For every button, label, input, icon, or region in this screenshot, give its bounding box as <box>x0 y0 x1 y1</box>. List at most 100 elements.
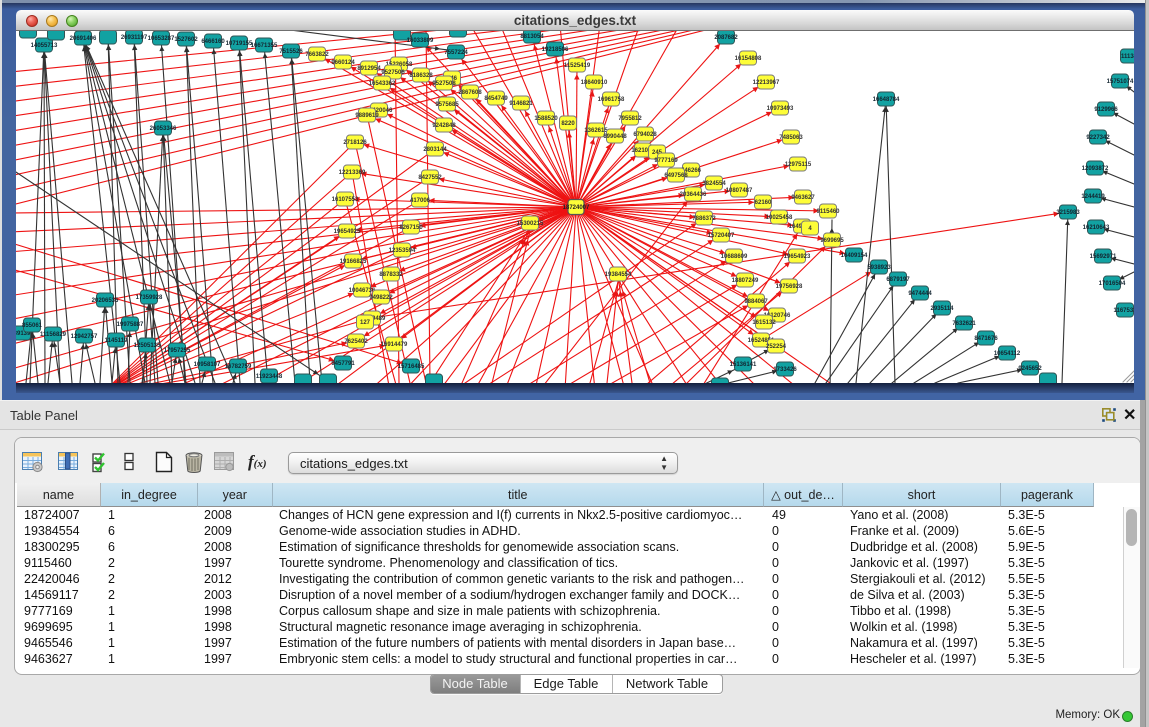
svg-text:8454749: 8454749 <box>484 96 508 102</box>
svg-text:16543362: 16543362 <box>369 81 396 87</box>
svg-text:8990448: 8990448 <box>603 134 627 140</box>
svg-text:11525419: 11525419 <box>564 63 591 69</box>
svg-text:1615132: 1615132 <box>752 320 776 326</box>
svg-text:2867608: 2867608 <box>458 90 482 96</box>
svg-text:12942757: 12942757 <box>71 334 98 340</box>
svg-text:15300215: 15300215 <box>517 221 544 227</box>
svg-text:5938923: 5938923 <box>867 265 891 271</box>
svg-text:26053346: 26053346 <box>150 126 177 132</box>
svg-text:16409154: 16409154 <box>841 253 868 259</box>
svg-text:3215983: 3215983 <box>1056 210 1080 216</box>
svg-text:9146821: 9146821 <box>509 101 533 107</box>
svg-text:11156829: 11156829 <box>40 332 67 338</box>
svg-text:3824554: 3824554 <box>702 181 726 187</box>
svg-text:9245652: 9245652 <box>1018 366 1042 372</box>
svg-text:10807487: 10807487 <box>726 188 753 194</box>
svg-text:8878332: 8878332 <box>379 272 403 278</box>
svg-text:17359928: 17359928 <box>136 295 163 301</box>
svg-text:19975887: 19975887 <box>117 322 144 328</box>
svg-text:10654112: 10654112 <box>994 351 1021 357</box>
svg-text:15136141: 15136141 <box>730 362 757 368</box>
svg-text:16782759: 16782759 <box>225 364 252 370</box>
svg-text:16107553: 16107553 <box>332 197 359 203</box>
svg-text:9889619: 9889619 <box>355 113 379 119</box>
svg-text:12505135: 12505135 <box>134 343 161 349</box>
svg-text:19384554: 19384554 <box>605 272 632 278</box>
svg-text:9884067: 9884067 <box>744 299 768 305</box>
svg-text:20691406: 20691406 <box>70 36 97 42</box>
svg-text:1527602: 1527602 <box>174 37 198 43</box>
svg-text:9457791: 9457791 <box>331 361 355 367</box>
svg-text:16671355: 16671355 <box>251 43 278 49</box>
svg-text:62160: 62160 <box>755 200 772 206</box>
svg-text:12213967: 12213967 <box>753 80 780 86</box>
svg-text:19756928: 19756928 <box>776 284 803 290</box>
svg-text:19654925: 19654925 <box>334 229 361 235</box>
svg-text:2935114: 2935114 <box>930 306 954 312</box>
svg-text:10958107: 10958107 <box>194 362 221 368</box>
svg-text:6497568: 6497568 <box>664 173 688 179</box>
svg-text:9129966: 9129966 <box>1094 107 1118 113</box>
svg-text:16154808: 16154808 <box>735 56 762 62</box>
svg-text:15751074: 15751074 <box>1107 79 1134 85</box>
svg-text:26931197: 26931197 <box>121 35 148 41</box>
svg-text:12353594: 12353594 <box>389 248 416 254</box>
svg-text:6466160: 6466160 <box>201 39 225 45</box>
svg-text:9115460: 9115460 <box>816 209 840 215</box>
svg-text:9474444: 9474444 <box>908 291 932 297</box>
svg-text:14055713: 14055713 <box>31 43 58 49</box>
svg-text:9242848: 9242848 <box>432 123 456 129</box>
svg-text:17957255: 17957255 <box>164 348 191 354</box>
svg-text:20206535: 20206535 <box>92 298 119 304</box>
svg-text:1244419: 1244419 <box>1081 194 1105 200</box>
svg-text:16961758: 16961758 <box>598 97 625 103</box>
svg-text:19166825: 19166825 <box>340 259 367 265</box>
svg-text:1145119: 1145119 <box>105 338 128 344</box>
svg-text:417006: 417006 <box>410 198 431 204</box>
svg-text:9498222: 9498222 <box>369 295 393 301</box>
svg-text:9527506: 9527506 <box>381 70 405 76</box>
svg-text:7632621: 7632621 <box>952 321 976 327</box>
svg-text:1733426: 1733426 <box>773 367 797 373</box>
svg-text:8267150: 8267150 <box>399 225 423 231</box>
svg-text:20364436: 20364436 <box>680 192 707 198</box>
svg-text:19218506: 19218506 <box>542 47 569 53</box>
svg-text:2803144: 2803144 <box>423 147 447 153</box>
svg-text:16648784: 16648784 <box>873 97 900 103</box>
svg-text:12213369: 12213369 <box>339 170 366 176</box>
svg-text:16033809: 16033809 <box>407 38 434 44</box>
svg-text:8471676: 8471676 <box>974 336 998 342</box>
svg-text:7886372: 7886372 <box>692 216 716 222</box>
svg-text:10025458: 10025458 <box>766 215 793 221</box>
svg-text:9227342: 9227342 <box>1086 135 1110 141</box>
svg-text:18807249: 18807249 <box>732 278 759 284</box>
svg-text:252254: 252254 <box>766 344 787 350</box>
svg-text:15692971: 15692971 <box>1090 254 1117 260</box>
svg-text:9660124: 9660124 <box>331 60 355 66</box>
svg-text:7663822: 7663822 <box>305 52 329 58</box>
svg-text:19654923: 19654923 <box>784 254 811 260</box>
svg-text:127: 127 <box>360 320 371 326</box>
svg-text:16914479: 16914479 <box>381 342 408 348</box>
svg-text:11923448: 11923448 <box>256 374 283 380</box>
svg-text:16210643: 16210643 <box>1083 225 1110 231</box>
svg-text:8186328: 8186328 <box>409 73 433 79</box>
svg-text:9575685: 9575685 <box>435 102 459 108</box>
svg-text:8220: 8220 <box>561 121 575 127</box>
svg-text:1167533: 1167533 <box>1113 308 1134 314</box>
svg-text:8912954: 8912954 <box>357 66 381 72</box>
svg-text:6794028: 6794028 <box>633 132 657 138</box>
svg-text:1588520: 1588520 <box>534 116 558 122</box>
svg-text:6879197: 6879197 <box>886 277 910 283</box>
svg-text:11134: 11134 <box>1121 54 1134 60</box>
svg-text:7625402: 7625402 <box>344 339 368 345</box>
svg-text:9699695: 9699695 <box>820 238 844 244</box>
svg-text:10653287: 10653287 <box>148 36 175 42</box>
svg-text:17016504: 17016504 <box>1099 281 1126 287</box>
svg-text:10688609: 10688609 <box>721 254 748 260</box>
svg-text:10973493: 10973493 <box>767 106 794 112</box>
svg-text:18640910: 18640910 <box>581 80 608 86</box>
svg-text:8813054: 8813054 <box>520 34 544 40</box>
svg-text:2087682: 2087682 <box>714 35 738 41</box>
svg-text:8427552: 8427552 <box>418 175 442 181</box>
